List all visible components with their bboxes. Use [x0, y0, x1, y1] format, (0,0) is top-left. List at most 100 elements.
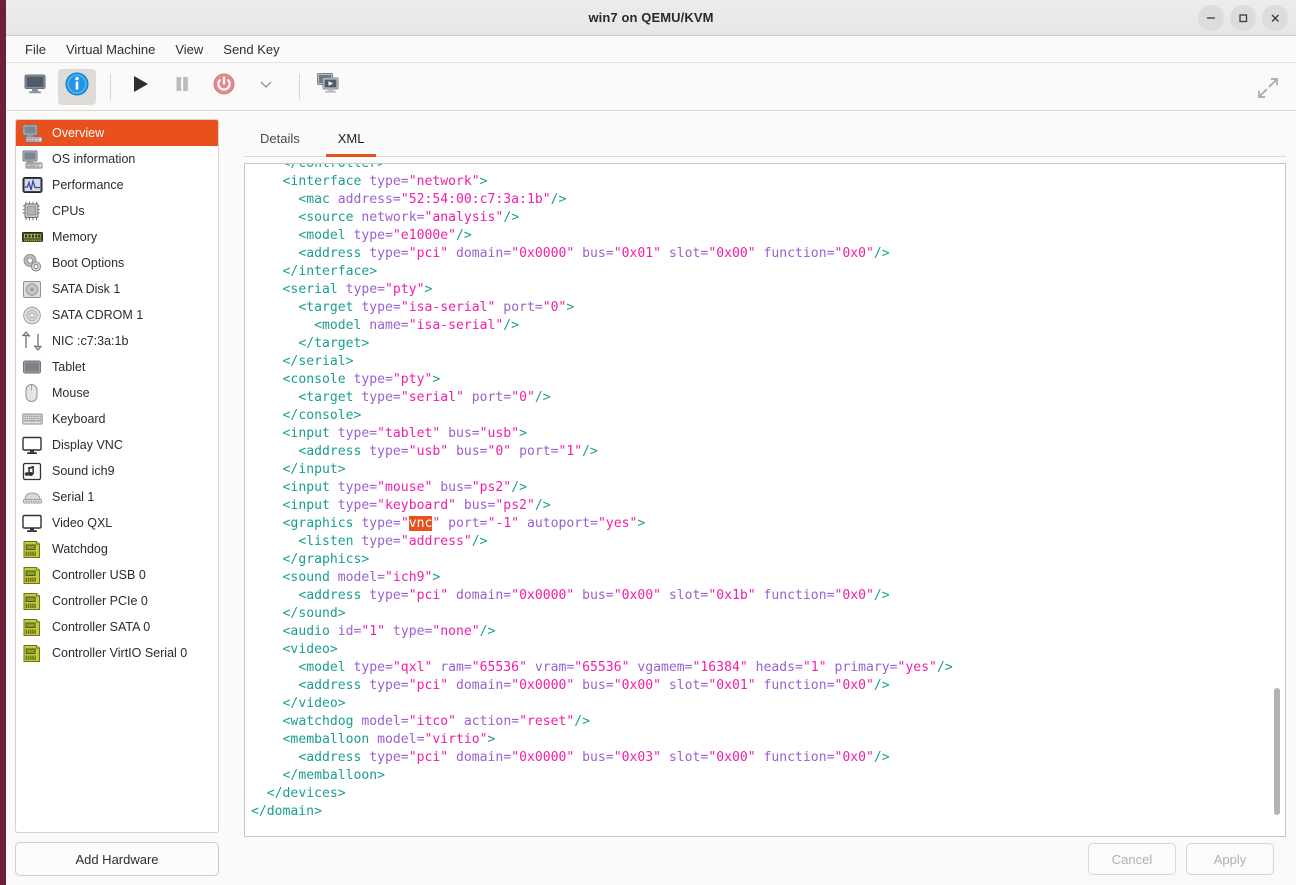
- sidebar-item-label: Boot Options: [52, 256, 124, 270]
- shutdown-menu-button[interactable]: [247, 69, 285, 105]
- xml-line: </interface>: [251, 263, 1285, 281]
- sidebar-item-label: SATA CDROM 1: [52, 308, 143, 322]
- xml-line: <input type="tablet" bus="usb">: [251, 425, 1285, 443]
- xml-line: <audio id="1" type="none"/>: [251, 623, 1285, 641]
- sidebar-item-serial-1[interactable]: Serial 1: [16, 484, 218, 510]
- sidebar-item-keyboard[interactable]: Keyboard: [16, 406, 218, 432]
- pause-button[interactable]: [163, 69, 201, 105]
- xml-scrollbar-thumb[interactable]: [1274, 688, 1280, 815]
- sidebar-item-tablet[interactable]: Tablet: [16, 354, 218, 380]
- add-hardware-button[interactable]: Add Hardware: [15, 842, 219, 876]
- xml-vertical-scrollbar[interactable]: [1272, 165, 1281, 835]
- xml-editor-frame: </controller> <interface type="network">…: [244, 163, 1286, 837]
- maximize-button[interactable]: [1230, 5, 1256, 31]
- sidebar-item-controller-pcie-0[interactable]: Controller PCIe 0: [16, 588, 218, 614]
- monitor-icon: [23, 73, 47, 100]
- sidebar-item-label: Serial 1: [52, 490, 94, 504]
- xml-line: <serial type="pty">: [251, 281, 1285, 299]
- xml-line: </serial>: [251, 353, 1285, 371]
- xml-line: <address type="pci" domain="0x0000" bus=…: [251, 677, 1285, 695]
- info-icon: [64, 71, 90, 102]
- menu-send-key[interactable]: Send Key: [214, 39, 288, 60]
- pcicard-icon: [22, 566, 43, 585]
- sidebar-item-controller-sata-0[interactable]: Controller SATA 0: [16, 614, 218, 640]
- pause-icon: [171, 73, 193, 100]
- shutdown-button[interactable]: [205, 69, 243, 105]
- sidebar-item-label: Performance: [52, 178, 124, 192]
- sidebar-item-os-information[interactable]: OS information: [16, 146, 218, 172]
- sidebar-item-label: Controller USB 0: [52, 568, 146, 582]
- performance-icon: [22, 176, 43, 195]
- xml-line: </input>: [251, 461, 1285, 479]
- toolbar-separator-1: [110, 74, 111, 100]
- hardware-list[interactable]: Overview OS information Performance CPUs Mem…: [15, 119, 219, 833]
- sidebar-item-label: Video QXL: [52, 516, 112, 530]
- menu-file[interactable]: File: [16, 39, 55, 60]
- xml-line: </domain>: [251, 803, 1285, 821]
- sidebar-item-label: Controller PCIe 0: [52, 594, 148, 608]
- power-icon: [212, 72, 236, 101]
- display-icon: [22, 514, 43, 533]
- sidebar-item-controller-usb-0[interactable]: Controller USB 0: [16, 562, 218, 588]
- cdrom-icon: [22, 306, 43, 325]
- sidebar-item-sound-ich9[interactable]: Sound ich9: [16, 458, 218, 484]
- sidebar-item-controller-virtio-serial-0[interactable]: Controller VirtIO Serial 0: [16, 640, 218, 666]
- cancel-button[interactable]: Cancel: [1088, 843, 1176, 875]
- sidebar-item-label: SATA Disk 1: [52, 282, 120, 296]
- xml-line: <memballoon model="virtio">: [251, 731, 1285, 749]
- sidebar-item-label: Controller VirtIO Serial 0: [52, 646, 187, 660]
- xml-line: <mac address="52:54:00:c7:3a:1b"/>: [251, 191, 1285, 209]
- sidebar-item-cpus[interactable]: CPUs: [16, 198, 218, 224]
- sidebar-item-sata-disk-1[interactable]: SATA Disk 1: [16, 276, 218, 302]
- mouse-icon: [22, 384, 43, 403]
- sidebar-item-boot-options[interactable]: Boot Options: [16, 250, 218, 276]
- sidebar-item-label: CPUs: [52, 204, 85, 218]
- sidebar-item-watchdog[interactable]: Watchdog: [16, 536, 218, 562]
- snapshots-button[interactable]: [310, 69, 348, 105]
- xml-selection: vnc: [409, 516, 433, 531]
- sidebar-item-memory[interactable]: Memory: [16, 224, 218, 250]
- tab-details[interactable]: Details: [248, 125, 312, 157]
- xml-line: <video>: [251, 641, 1285, 659]
- sidebar-item-mouse[interactable]: Mouse: [16, 380, 218, 406]
- sidebar-item-label: Memory: [52, 230, 97, 244]
- window-body: Overview OS information Performance CPUs Mem…: [6, 111, 1296, 885]
- pcicard-icon: [22, 592, 43, 611]
- close-button[interactable]: [1262, 5, 1288, 31]
- sidebar-item-label: OS information: [52, 152, 135, 166]
- xml-line: <address type="pci" domain="0x0000" bus=…: [251, 587, 1285, 605]
- pcicard-icon: [22, 618, 43, 637]
- apply-button[interactable]: Apply: [1186, 843, 1274, 875]
- show-console-button[interactable]: [16, 69, 54, 105]
- minimize-button[interactable]: [1198, 5, 1224, 31]
- sidebar-item-label: NIC :c7:3a:1b: [52, 334, 128, 348]
- sidebar-item-label: Keyboard: [52, 412, 106, 426]
- tab-xml[interactable]: XML: [326, 125, 377, 157]
- pcicard-icon: [22, 644, 43, 663]
- xml-line: <listen type="address"/>: [251, 533, 1285, 551]
- sidebar-item-overview[interactable]: Overview: [16, 120, 218, 146]
- fullscreen-icon[interactable]: [1256, 77, 1280, 104]
- xml-line: <model type="e1000e"/>: [251, 227, 1285, 245]
- toolbar-separator-2: [299, 74, 300, 100]
- xml-line: <address type="pci" domain="0x0000" bus=…: [251, 245, 1285, 263]
- xml-line: <watchdog model="itco" action="reset"/>: [251, 713, 1285, 731]
- run-button[interactable]: [121, 69, 159, 105]
- menu-bar: File Virtual Machine View Send Key: [6, 36, 1296, 63]
- sidebar-item-nic-c7-3a-1b[interactable]: NIC :c7:3a:1b: [16, 328, 218, 354]
- show-details-button[interactable]: [58, 69, 96, 105]
- sidebar-item-sata-cdrom-1[interactable]: SATA CDROM 1: [16, 302, 218, 328]
- tab-bar: Details XML: [244, 111, 1286, 157]
- tablet-icon: [22, 358, 43, 377]
- computer-icon: [22, 124, 43, 143]
- sidebar-item-video-qxl[interactable]: Video QXL: [16, 510, 218, 536]
- sidebar-item-display-vnc[interactable]: Display VNC: [16, 432, 218, 458]
- xml-line: </target>: [251, 335, 1285, 353]
- menu-virtual-machine[interactable]: Virtual Machine: [57, 39, 164, 60]
- xml-editor[interactable]: </controller> <interface type="network">…: [245, 163, 1285, 836]
- menu-view[interactable]: View: [166, 39, 212, 60]
- sidebar-item-performance[interactable]: Performance: [16, 172, 218, 198]
- snapshots-icon: [316, 72, 342, 101]
- display-icon: [22, 436, 43, 455]
- network-icon: [22, 332, 43, 351]
